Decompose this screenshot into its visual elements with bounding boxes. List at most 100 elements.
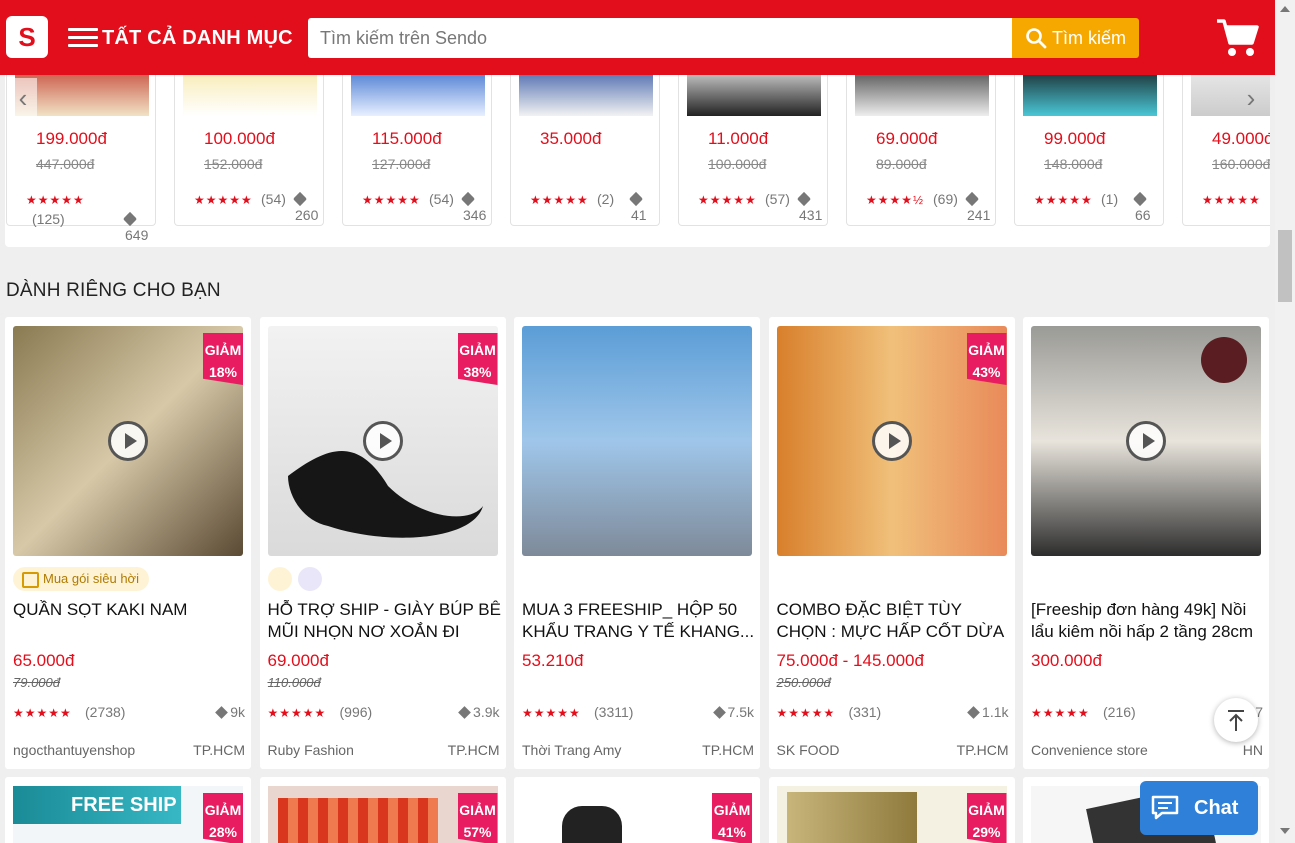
chat-icon bbox=[1151, 795, 1179, 820]
rating-stars: ★★★★★ bbox=[362, 193, 421, 207]
carousel-product-card[interactable]: 35.000đ ★★★★★ (2) 41 bbox=[510, 60, 660, 226]
scroll-to-top-button[interactable] bbox=[1214, 698, 1258, 742]
product-title[interactable]: COMBO ĐẶC BIỆT TÙY CHỌN : MỰC HẤP CỐT DỪ… bbox=[777, 599, 1013, 643]
review-count: (996) bbox=[339, 704, 373, 720]
sold-count-value: 66 bbox=[1135, 207, 1151, 223]
carousel-next-arrow-icon[interactable]: › bbox=[1237, 78, 1265, 118]
sold-count-value: 431 bbox=[799, 207, 823, 223]
product-price: 65.000đ bbox=[13, 651, 75, 670]
sold-count: 7.5k bbox=[712, 704, 754, 720]
carousel-product-card[interactable]: 99.000đ 148.000đ ★★★★★ (1) 66 bbox=[1014, 60, 1164, 226]
badge-percent: 38% bbox=[463, 364, 492, 380]
review-count: (331) bbox=[848, 704, 882, 720]
sold-count-value: 9k bbox=[230, 704, 245, 720]
badge-label: GIẢM bbox=[713, 802, 751, 818]
carousel-price: 100.000đ bbox=[204, 129, 275, 148]
search-input[interactable] bbox=[308, 18, 1013, 58]
sold-count-value: 260 bbox=[295, 207, 319, 223]
product-carousel: 199.000đ 447.000đ ★★★★★ (125) 649 100.00… bbox=[5, 60, 1270, 247]
product-price: 75.000đ - 145.000đ bbox=[776, 651, 924, 670]
product-title[interactable]: MUA 3 FREESHIP_ HỘP 50 KHẨU TRANG Y TẾ K… bbox=[522, 599, 758, 643]
rating-stars: ★★★★★ bbox=[1034, 193, 1093, 207]
product-card[interactable]: GIẢM 41% bbox=[514, 777, 760, 843]
product-old-price: 250.000đ bbox=[776, 675, 831, 690]
carousel-product-card[interactable]: 69.000đ 89.000đ ★★★★½ (69) 241 bbox=[846, 60, 996, 226]
play-video-icon[interactable] bbox=[871, 421, 912, 461]
chat-button[interactable]: Chat bbox=[1140, 781, 1258, 835]
tag-icon bbox=[292, 191, 308, 207]
rating-stars: ★★★★★ bbox=[698, 193, 757, 207]
scroll-up-icon[interactable] bbox=[1280, 6, 1290, 12]
carousel-product-card[interactable]: 115.000đ 127.000đ ★★★★★ (54) 346 bbox=[342, 60, 492, 226]
search-button[interactable]: Tìm kiếm bbox=[1012, 18, 1139, 58]
discount-badge: GIẢM 41% bbox=[712, 793, 752, 843]
product-title[interactable]: QUẦN SỌT KAKI NAM bbox=[13, 599, 249, 643]
carousel-prev-arrow-icon[interactable]: ‹ bbox=[9, 78, 37, 118]
shop-location: TP.HCM bbox=[702, 742, 754, 758]
combo-deal-pill: Mua gói siêu hời bbox=[13, 567, 149, 591]
sold-count-value: 3.9k bbox=[473, 704, 500, 720]
badge-percent: 57% bbox=[463, 824, 492, 840]
discount-badge: GIẢM 18% bbox=[203, 333, 243, 385]
product-title[interactable]: [Freeship đơn hàng 49k] Nồi lẩu kiêm nồi… bbox=[1031, 599, 1267, 643]
product-card[interactable]: GIẢM 38% HỖ TRỢ SHIP - GIÀY BÚP BÊ MŨI NHỌ… bbox=[259, 317, 506, 769]
sold-count: 346 bbox=[460, 191, 491, 223]
play-video-icon[interactable] bbox=[108, 421, 148, 461]
play-video-icon[interactable] bbox=[1126, 421, 1166, 461]
category-menu-icon[interactable] bbox=[68, 28, 98, 48]
sold-count: 431 bbox=[796, 191, 827, 223]
sold-count: 9k bbox=[215, 704, 245, 720]
shop-plus-icon bbox=[297, 567, 322, 591]
product-card[interactable]: GIẢM 29% bbox=[768, 777, 1015, 843]
review-count: (57) bbox=[765, 191, 790, 207]
scroll-down-icon[interactable] bbox=[1280, 828, 1290, 834]
badge-label: GIẢM bbox=[968, 802, 1005, 818]
page-scrollbar[interactable] bbox=[1275, 0, 1295, 843]
review-count: (125) bbox=[32, 211, 65, 227]
product-card[interactable]: FREE SHIP GIẢM 28% bbox=[5, 777, 251, 843]
review-count: (2) bbox=[597, 191, 615, 207]
cart-icon[interactable] bbox=[1214, 15, 1260, 61]
badge-label: GIẢM bbox=[204, 802, 242, 818]
combo-icon bbox=[267, 567, 292, 591]
rating-stars: ★★★★★ bbox=[1031, 706, 1090, 720]
sold-count: 66 bbox=[1132, 191, 1163, 223]
sold-count: 41 bbox=[628, 191, 659, 223]
product-price: 300.000đ bbox=[1031, 651, 1102, 670]
all-categories-button[interactable]: TẤT CẢ DANH MỤC bbox=[102, 27, 293, 50]
rating-stars: ★★★★★ bbox=[1202, 193, 1261, 207]
carousel-price: 11.000đ bbox=[708, 129, 769, 148]
product-card[interactable]: GIẢM 18% Mua gói siêu hời QUẦN SỌT KAKI NAM… bbox=[5, 317, 251, 769]
tag-icon bbox=[458, 706, 471, 719]
product-image[interactable] bbox=[522, 326, 752, 556]
discount-badge: GIẢM 38% bbox=[457, 333, 498, 385]
product-card[interactable]: MUA 3 FREESHIP_ HỘP 50 KHẨU TRANG Y TẾ K… bbox=[514, 317, 760, 769]
tag-icon bbox=[460, 191, 476, 207]
tag-icon bbox=[796, 191, 812, 207]
review-count: (54) bbox=[261, 191, 286, 207]
badge-percent: 18% bbox=[208, 364, 238, 380]
sold-count: 260 bbox=[292, 191, 323, 223]
rating-stars: ★★★★★ bbox=[26, 193, 85, 207]
product-card[interactable]: GIẢM 43% COMBO ĐẶC BIỆT TÙY CHỌN : MỰC HẤP… bbox=[768, 317, 1015, 769]
carousel-product-card[interactable]: 100.000đ 152.000đ ★★★★★ (54) 260 bbox=[174, 60, 324, 226]
product-card[interactable]: GIẢM 57% bbox=[259, 777, 506, 843]
scrollbar-thumb[interactable] bbox=[1278, 230, 1292, 302]
tag-icon bbox=[964, 191, 980, 207]
sendo-logo[interactable]: S bbox=[6, 16, 48, 58]
shop-name[interactable]: Thời Trang Amy bbox=[522, 742, 621, 758]
carousel-product-card[interactable]: 11.000đ 100.000đ ★★★★★ (57) 431 bbox=[678, 60, 828, 226]
shop-name[interactable]: Ruby Fashion bbox=[268, 742, 354, 758]
shop-name[interactable]: Convenience store bbox=[1031, 742, 1148, 758]
chair-image bbox=[562, 806, 622, 843]
carousel-price: 115.000đ bbox=[372, 129, 442, 148]
sold-count: 1.1k bbox=[967, 704, 1009, 720]
review-count: (69) bbox=[933, 191, 958, 207]
badge-label: GIẢM bbox=[968, 342, 1005, 358]
review-count: (2738) bbox=[85, 704, 126, 720]
shop-name[interactable]: SK FOOD bbox=[777, 742, 840, 758]
badge-label: GIẢM bbox=[204, 342, 242, 358]
shop-name[interactable]: ngocthantuyenshop bbox=[13, 742, 135, 758]
product-title[interactable]: HỖ TRỢ SHIP - GIÀY BÚP BÊ MŨI NHỌN NƠ XO… bbox=[268, 599, 504, 643]
carousel-old-price: 148.000đ bbox=[1044, 156, 1103, 172]
